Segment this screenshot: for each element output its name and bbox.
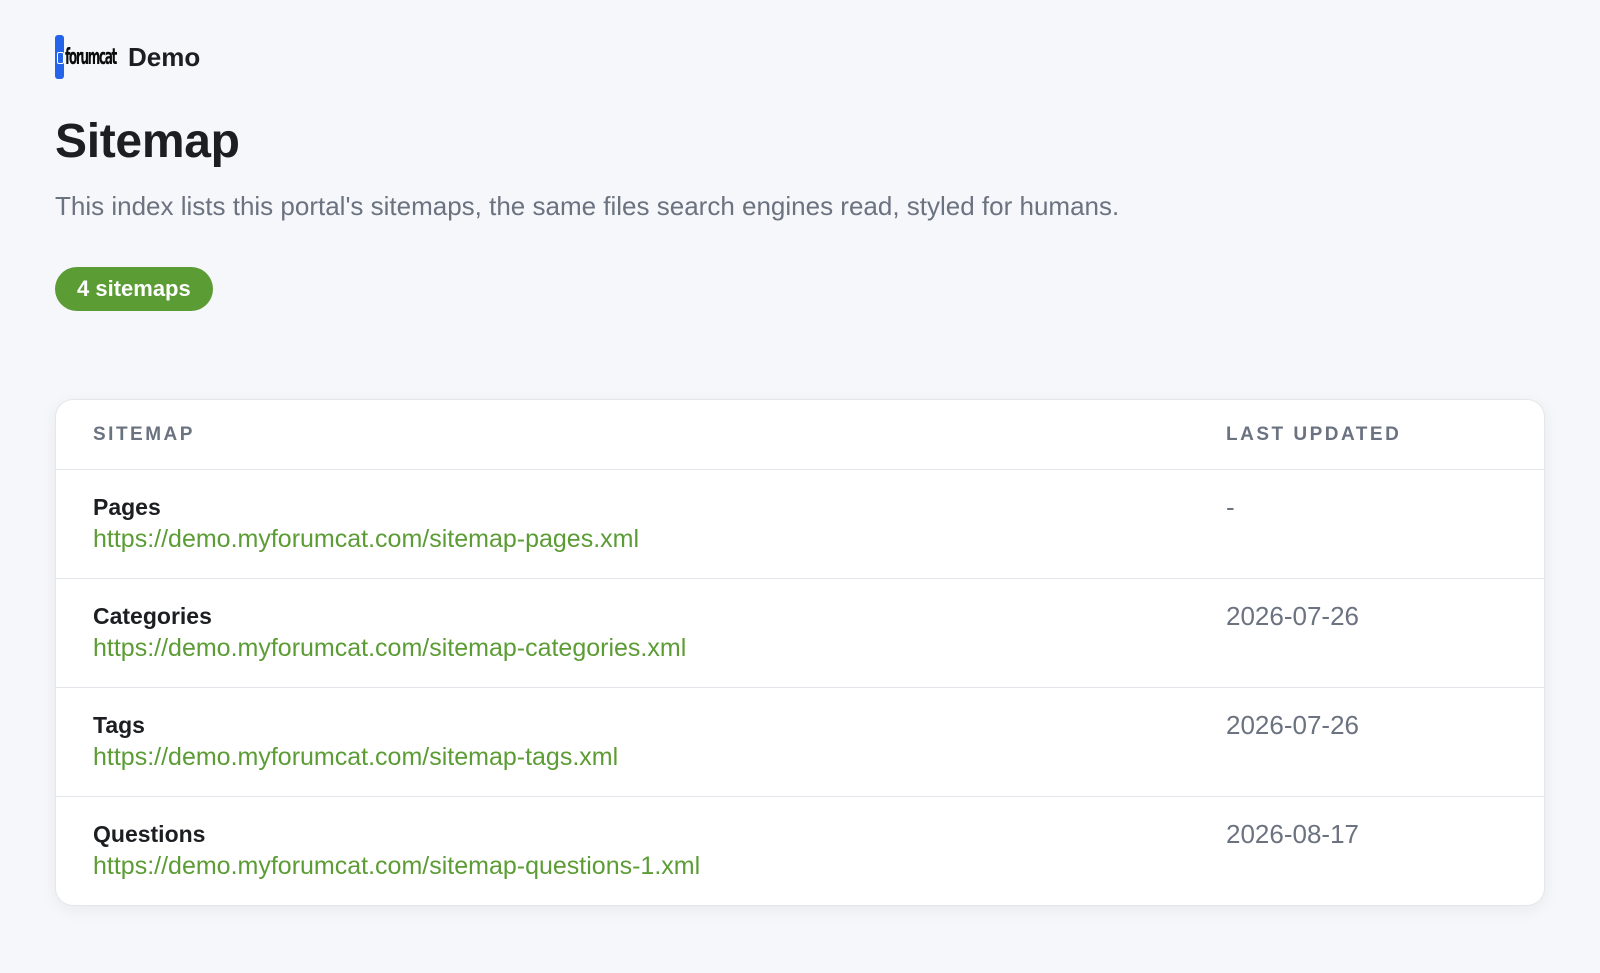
sitemap-link[interactable]: https://demo.myforumcat.com/sitemap-tags… — [93, 740, 1226, 774]
sitemap-count-badge: 4 sitemaps — [55, 267, 213, 311]
table-row: Pages https://demo.myforumcat.com/sitema… — [56, 470, 1544, 579]
page-title: Sitemap — [55, 115, 240, 168]
last-updated-value: 2026-07-26 — [1226, 601, 1359, 631]
sitemap-name: Pages — [93, 494, 161, 520]
column-header-sitemap: SITEMAP — [93, 423, 195, 445]
sitemap-name: Categories — [93, 603, 212, 629]
sitemap-link[interactable]: https://demo.myforumcat.com/sitemap-ques… — [93, 849, 1226, 883]
sitemap-name: Questions — [93, 821, 206, 847]
logo-mark-icon — [55, 35, 64, 79]
table-row: Questions https://demo.myforumcat.com/si… — [56, 797, 1544, 905]
last-updated-value: 2026-08-17 — [1226, 819, 1359, 849]
sitemap-link[interactable]: https://demo.myforumcat.com/sitemap-cate… — [93, 631, 1226, 665]
table-row: Categories https://demo.myforumcat.com/s… — [56, 579, 1544, 688]
column-header-last-updated: LAST UPDATED — [1226, 423, 1402, 445]
table-row: Tags https://demo.myforumcat.com/sitemap… — [56, 688, 1544, 797]
forumcat-logo-icon[interactable]: forumcat — [55, 34, 117, 80]
sitemap-name: Tags — [93, 712, 145, 738]
table-header: SITEMAP LAST UPDATED — [56, 400, 1544, 470]
site-name[interactable]: Demo — [128, 42, 200, 73]
page-description: This index lists this portal's sitemaps,… — [55, 191, 1120, 221]
sitemap-table: SITEMAP LAST UPDATED Pages https://demo.… — [55, 399, 1545, 906]
sitemap-page: forumcat Demo Sitemap This index lists t… — [0, 0, 1600, 973]
sitemap-link[interactable]: https://demo.myforumcat.com/sitemap-page… — [93, 522, 1226, 556]
logo-wordmark: forumcat — [65, 44, 117, 70]
site-header: forumcat Demo — [55, 34, 1600, 80]
last-updated-value: 2026-07-26 — [1226, 710, 1359, 740]
last-updated-value: - — [1226, 492, 1235, 522]
